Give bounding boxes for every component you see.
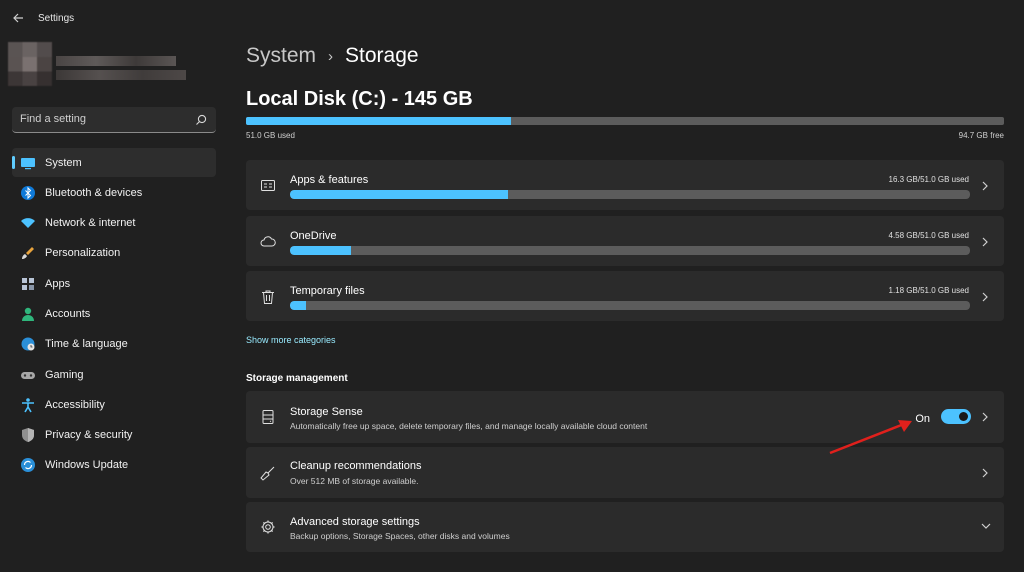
apps-icon	[20, 276, 36, 292]
sidebar-item-time-language[interactable]: Time & language	[12, 330, 216, 359]
sidebar-item-windows-update[interactable]: Windows Update	[12, 451, 216, 480]
sidebar-item-personalization[interactable]: Personalization	[12, 239, 216, 268]
sidebar-nav: System Bluetooth & devices Network & int…	[12, 148, 216, 481]
sidebar-item-label: Privacy & security	[45, 429, 133, 442]
show-more-categories-link[interactable]: Show more categories	[246, 335, 336, 345]
chevron-right-icon[interactable]	[980, 411, 990, 423]
bluetooth-icon	[20, 185, 36, 201]
back-arrow-icon	[13, 13, 23, 23]
sidebar-item-accounts[interactable]: Accounts	[12, 299, 216, 328]
annotation-arrow	[829, 420, 912, 455]
search-input[interactable]	[20, 113, 190, 125]
advanced-storage-settings-card[interactable]: Advanced storage settings Backup options…	[246, 502, 1004, 552]
apps-features-icon	[260, 178, 276, 194]
sidebar: System Bluetooth & devices Network & int…	[0, 36, 228, 572]
disk-usage-fill	[246, 117, 512, 125]
advanced-desc: Backup options, Storage Spaces, other di…	[290, 531, 510, 541]
breadcrumb: System › Storage	[246, 44, 419, 68]
storage-sense-title: Storage Sense	[290, 406, 363, 418]
category-bar-fill	[290, 190, 508, 199]
network-icon	[20, 215, 36, 231]
chevron-right-icon	[982, 181, 988, 191]
sidebar-item-label: Apps	[45, 277, 71, 290]
disk-title: Local Disk (C:) - 145 GB	[246, 88, 473, 110]
app-title: Settings	[38, 13, 75, 24]
sidebar-item-label: Accounts	[45, 307, 91, 320]
trash-icon	[260, 289, 276, 305]
sidebar-item-privacy[interactable]: Privacy & security	[12, 421, 216, 450]
sidebar-item-accessibility[interactable]: Accessibility	[12, 390, 216, 419]
breadcrumb-separator: ›	[328, 47, 334, 65]
search-icon[interactable]	[194, 113, 208, 127]
category-bar-fill	[290, 246, 352, 255]
sidebar-item-label: Gaming	[45, 368, 84, 381]
title-bar: Settings	[0, 0, 1024, 36]
sidebar-item-label: System	[45, 156, 82, 169]
shield-icon	[20, 427, 36, 443]
sidebar-item-apps[interactable]: Apps	[12, 269, 216, 298]
sidebar-item-gaming[interactable]: Gaming	[12, 360, 216, 389]
cloud-icon	[260, 234, 276, 250]
chevron-down-icon[interactable]	[980, 521, 992, 531]
storage-drive-icon	[260, 409, 276, 425]
storage-sense-toggle-label: On	[915, 413, 930, 425]
search-box[interactable]	[12, 107, 216, 133]
profile-name-blurred	[56, 56, 176, 66]
category-card-onedrive[interactable]: OneDrive 4.58 GB/51.0 GB used	[246, 216, 1004, 266]
accounts-icon	[20, 306, 36, 322]
advanced-title: Advanced storage settings	[290, 516, 420, 528]
broom-icon	[260, 465, 276, 481]
cleanup-desc: Over 512 MB of storage available.	[290, 476, 419, 486]
chevron-right-icon	[982, 292, 988, 302]
sidebar-item-label: Network & internet	[45, 217, 136, 230]
category-bar	[290, 190, 970, 199]
disk-used-label: 51.0 GB used	[246, 131, 295, 140]
page-title: Storage	[345, 44, 419, 67]
gamepad-icon	[20, 367, 36, 383]
sidebar-item-label: Bluetooth & devices	[45, 186, 143, 199]
section-header-storage-management: Storage management	[246, 373, 348, 384]
sidebar-item-system[interactable]: System	[12, 148, 216, 177]
user-profile[interactable]	[8, 42, 188, 86]
category-title: Apps & features	[290, 174, 369, 186]
sidebar-item-label: Windows Update	[45, 459, 129, 472]
category-title: OneDrive	[290, 230, 337, 242]
profile-email-blurred	[56, 70, 186, 80]
storage-sense-toggle[interactable]	[941, 409, 971, 424]
category-bar	[290, 246, 970, 255]
chevron-right-icon	[982, 237, 988, 247]
category-size: 1.18 GB/51.0 GB used	[888, 286, 970, 295]
toggle-knob	[959, 412, 968, 421]
brush-icon	[20, 245, 36, 261]
sidebar-item-label: Accessibility	[45, 398, 105, 411]
cleanup-title: Cleanup recommendations	[290, 460, 422, 472]
globe-clock-icon	[20, 336, 36, 352]
avatar	[8, 42, 52, 86]
sidebar-item-bluetooth[interactable]: Bluetooth & devices	[12, 178, 216, 207]
update-icon	[20, 457, 36, 473]
disk-usage-bar	[246, 117, 1004, 125]
accessibility-icon	[20, 397, 36, 413]
category-title: Temporary files	[290, 285, 365, 297]
chevron-right-icon	[982, 468, 988, 478]
storage-sense-desc: Automatically free up space, delete temp…	[290, 421, 648, 431]
category-card-temporary-files[interactable]: Temporary files 1.18 GB/51.0 GB used	[246, 271, 1004, 321]
category-bar	[290, 301, 970, 310]
category-size: 16.3 GB/51.0 GB used	[888, 175, 970, 184]
system-icon	[20, 155, 36, 171]
category-card-apps[interactable]: Apps & features 16.3 GB/51.0 GB used	[246, 160, 1004, 210]
sidebar-item-label: Time & language	[45, 338, 128, 351]
disk-free-label: 94.7 GB free	[958, 131, 1004, 140]
category-bar-fill	[290, 301, 306, 310]
breadcrumb-parent[interactable]: System	[246, 44, 316, 68]
sidebar-item-network[interactable]: Network & internet	[12, 209, 216, 238]
back-button[interactable]	[8, 8, 28, 28]
sidebar-item-label: Personalization	[45, 247, 121, 260]
category-size: 4.58 GB/51.0 GB used	[888, 231, 970, 240]
gear-icon	[260, 519, 276, 535]
